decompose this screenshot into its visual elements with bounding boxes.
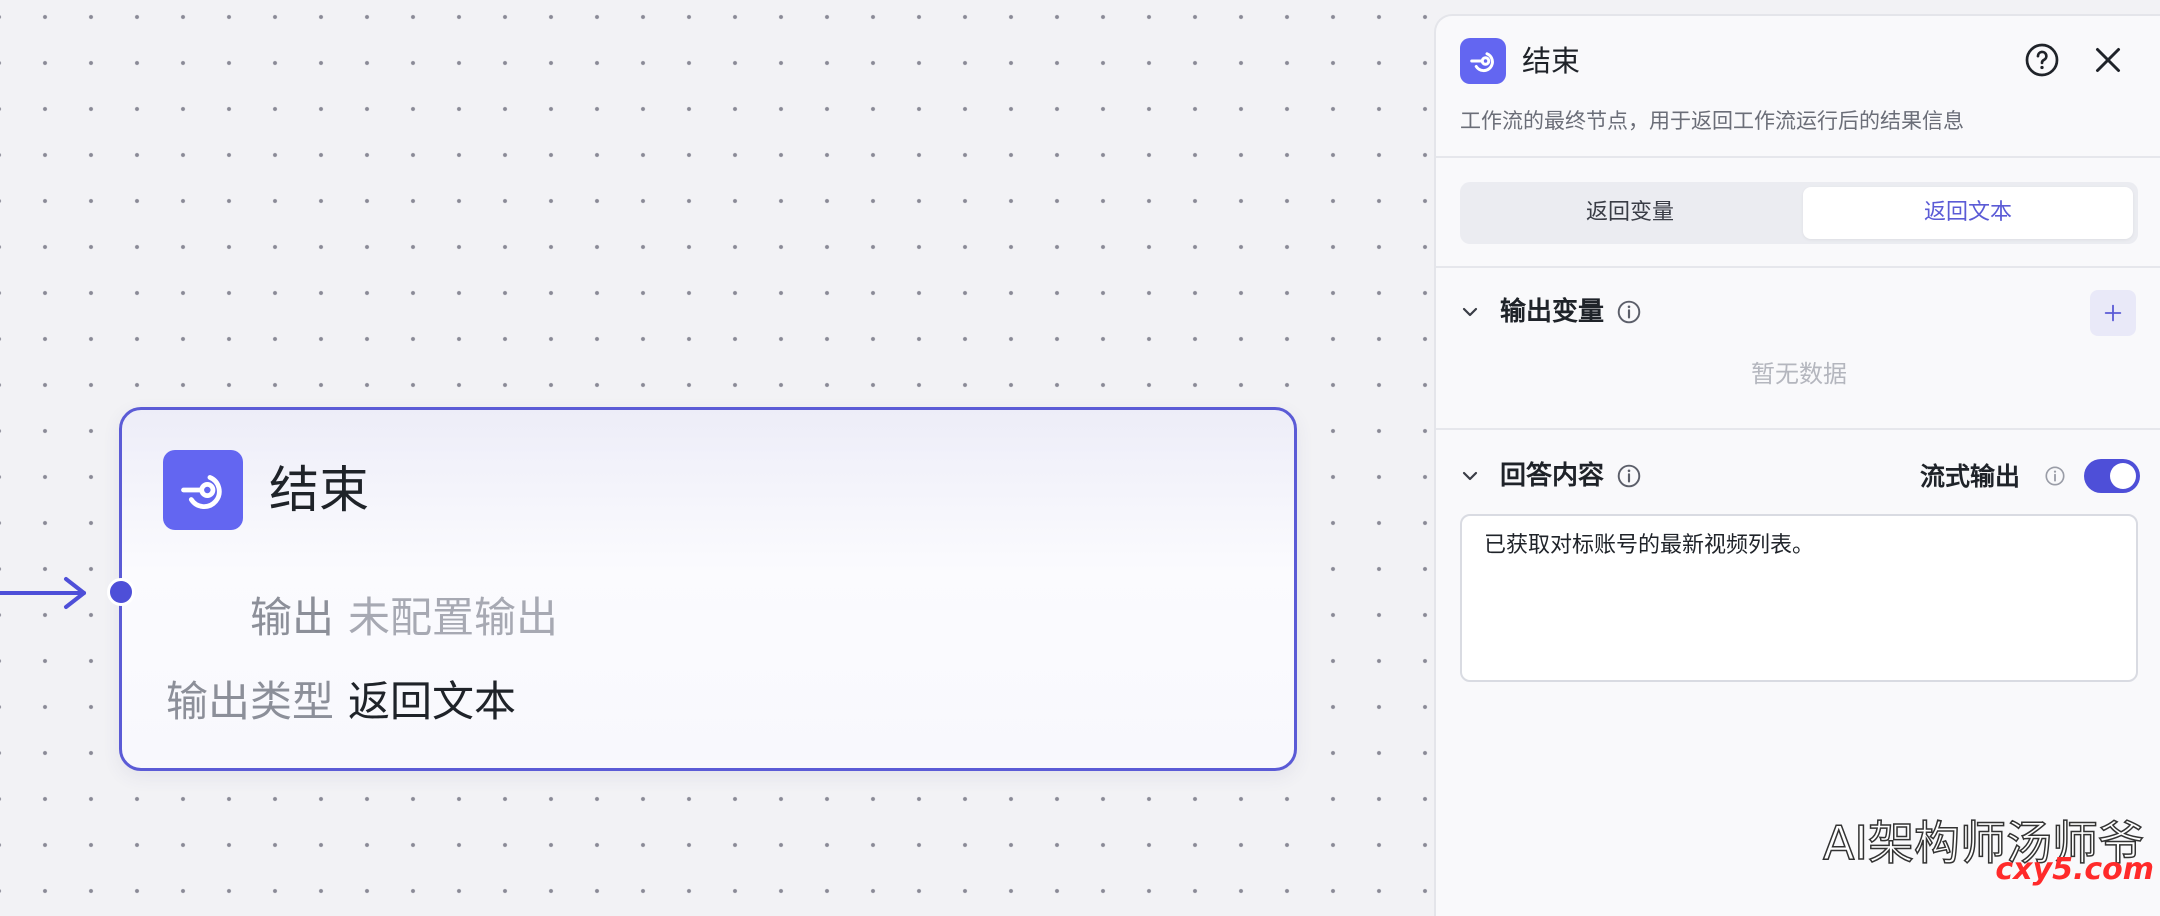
node-title: 结束 — [269, 461, 369, 519]
panel-title: 结束 — [1522, 44, 1581, 78]
divider — [1436, 156, 2160, 158]
info-icon[interactable] — [1616, 299, 1642, 325]
node-input-port[interactable] — [107, 578, 135, 606]
tab-return-variables[interactable]: 返回变量 — [1465, 187, 1795, 239]
output-value: 未配置输出 — [348, 593, 559, 642]
stream-output-label: 流式输出 — [1920, 462, 2021, 491]
answer-content-textarea[interactable]: 已获取对标账号的最新视频列表。 — [1460, 514, 2138, 682]
return-mode-segmented-control: 返回变量 返回文本 — [1460, 182, 2138, 244]
answer-content-title: 回答内容 — [1500, 461, 1605, 491]
tab-return-text[interactable]: 返回文本 — [1803, 187, 2133, 239]
plus-icon — [2104, 304, 2122, 322]
toggle-knob — [2110, 463, 2136, 489]
stream-output-toggle[interactable] — [2084, 459, 2140, 493]
output-variables-title: 输出变量 — [1500, 297, 1605, 327]
end-node-icon — [1460, 38, 1506, 84]
panel-description: 工作流的最终节点，用于返回工作流运行后的结果信息 — [1460, 109, 1964, 133]
watermark-site: cxy5.com — [1995, 852, 2154, 887]
divider — [1436, 266, 2160, 268]
chevron-down-icon[interactable] — [1458, 464, 1482, 488]
end-node-card[interactable]: 结束 输出 未配置输出 输出类型 返回文本 — [119, 407, 1297, 771]
connection-edge-arrow — [0, 577, 86, 609]
chevron-down-icon[interactable] — [1458, 300, 1482, 324]
help-icon[interactable] — [2024, 42, 2060, 78]
info-icon[interactable] — [2044, 465, 2066, 487]
output-label: 输出 — [249, 593, 334, 642]
output-type-value: 返回文本 — [348, 677, 517, 726]
end-node-icon — [163, 450, 243, 530]
node-config-panel: 结束 工作流的最终节点，用于返回工作流运行后的结果信息 返回变量 返回文本 输出… — [1434, 14, 2160, 916]
add-output-variable-button[interactable] — [2090, 290, 2136, 336]
empty-state-text: 暂无数据 — [1751, 360, 1847, 388]
close-icon[interactable] — [2090, 42, 2126, 78]
divider — [1436, 428, 2160, 430]
info-icon[interactable] — [1616, 463, 1642, 489]
output-type-label: 输出类型 — [165, 677, 334, 726]
